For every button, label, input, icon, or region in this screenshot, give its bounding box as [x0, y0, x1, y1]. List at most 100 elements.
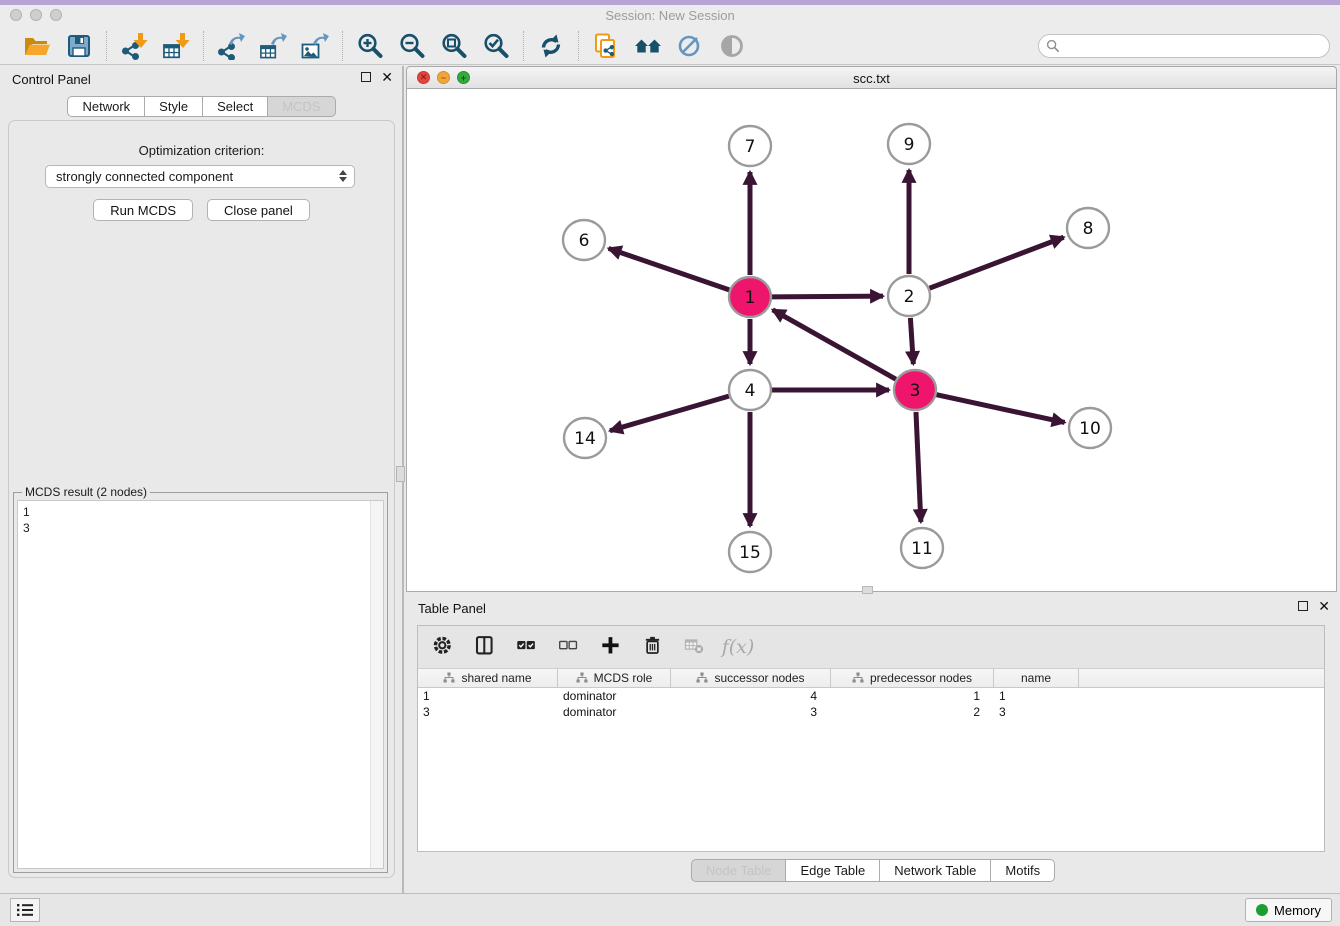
delete-column-button[interactable] — [640, 633, 668, 661]
graph-node-10[interactable]: 10 — [1069, 408, 1111, 448]
edge-2-8[interactable] — [930, 237, 1064, 288]
edge-2-3[interactable] — [910, 318, 913, 364]
deselect-all-columns-button[interactable] — [556, 633, 584, 661]
tab-network-table[interactable]: Network Table — [880, 859, 991, 882]
toolbar-group — [204, 30, 342, 62]
close-panel-icon[interactable]: ✕ — [381, 72, 393, 82]
criterion-dropdown[interactable]: strongly connected component — [45, 165, 355, 188]
node-table: shared nameMCDS rolesuccessor nodesprede… — [418, 669, 1324, 851]
tab-motifs[interactable]: Motifs — [991, 859, 1055, 882]
zoom-selected-button[interactable] — [478, 30, 514, 62]
task-history-button[interactable] — [10, 898, 40, 922]
cell-predecessor-nodes[interactable]: 2 — [831, 704, 994, 720]
run-mcds-button[interactable]: Run MCDS — [93, 199, 193, 221]
select-all-columns-button[interactable] — [514, 633, 542, 661]
node-label-14: 14 — [574, 429, 596, 449]
function-builder-button: f(x) — [724, 633, 752, 661]
edge-4-14[interactable] — [610, 396, 729, 431]
edge-3-1[interactable] — [773, 310, 896, 379]
network-window-titlebar[interactable]: ✕ − + scc.txt — [406, 66, 1337, 89]
tab-network[interactable]: Network — [67, 96, 145, 117]
edge-1-6[interactable] — [609, 248, 730, 289]
zoom-in-button[interactable] — [352, 30, 388, 62]
graph-node-2[interactable]: 2 — [888, 276, 930, 316]
save-session-button[interactable] — [61, 30, 97, 62]
table-row[interactable]: 3dominator323 — [418, 704, 1324, 720]
graph-node-3[interactable]: 3 — [894, 370, 936, 410]
column-header-name[interactable]: name — [994, 669, 1079, 687]
memory-button[interactable]: Memory — [1245, 898, 1332, 922]
table-toolbar: f(x) — [418, 626, 1324, 669]
close-panel-button[interactable]: Close panel — [207, 199, 310, 221]
graph-node-9[interactable]: 9 — [888, 124, 930, 164]
cell-successor-nodes[interactable]: 4 — [671, 688, 831, 704]
cell-MCDS-role[interactable]: dominator — [558, 688, 671, 704]
network-window-title: scc.txt — [407, 71, 1336, 86]
tab-edge-table[interactable]: Edge Table — [786, 859, 880, 882]
cell-shared-name[interactable]: 3 — [418, 704, 558, 720]
column-type-icon — [852, 672, 864, 684]
import-table-button[interactable] — [158, 30, 194, 62]
zoom-out-button[interactable] — [394, 30, 430, 62]
cell-name[interactable]: 3 — [994, 704, 1079, 720]
duplicate-network-button[interactable] — [588, 30, 624, 62]
column-header-predecessor-nodes[interactable]: predecessor nodes — [831, 669, 994, 687]
float-panel-icon[interactable] — [361, 72, 371, 82]
column-header-successor-nodes[interactable]: successor nodes — [671, 669, 831, 687]
import-network-button[interactable] — [116, 30, 152, 62]
window-titlebar[interactable]: Session: New Session — [0, 5, 1340, 27]
graph-node-1[interactable]: 1 — [729, 277, 771, 317]
close-table-panel-icon[interactable]: ✕ — [1318, 601, 1330, 611]
export-table-button[interactable] — [255, 30, 291, 62]
refresh-layout-button[interactable] — [533, 30, 569, 62]
table-settings-button[interactable] — [430, 633, 458, 661]
graph-node-6[interactable]: 6 — [563, 220, 605, 260]
add-column-button[interactable] — [598, 633, 626, 661]
toolbar-group — [107, 30, 203, 62]
graph-node-14[interactable]: 14 — [564, 418, 606, 458]
column-header-MCDS-role[interactable]: MCDS role — [558, 669, 671, 687]
tab-style[interactable]: Style — [145, 96, 203, 117]
node-label-8: 8 — [1083, 219, 1094, 239]
export-image-button[interactable] — [297, 30, 333, 62]
node-label-9: 9 — [904, 135, 915, 155]
graph-node-7[interactable]: 7 — [729, 126, 771, 166]
horizontal-splitter-grip[interactable] — [862, 586, 873, 594]
first-neighbors-button[interactable] — [630, 30, 666, 62]
memory-status-icon — [1256, 904, 1268, 916]
edge-3-10[interactable] — [936, 395, 1064, 423]
float-table-panel-icon[interactable] — [1298, 601, 1308, 611]
vertical-splitter-grip[interactable] — [396, 466, 405, 482]
zoom-fit-button[interactable] — [436, 30, 472, 62]
style-toggle-button[interactable] — [672, 30, 708, 62]
cell-successor-nodes[interactable]: 3 — [671, 704, 831, 720]
node-label-3: 3 — [910, 381, 921, 401]
search-input[interactable] — [1038, 34, 1330, 58]
tab-select[interactable]: Select — [203, 96, 268, 117]
edge-3-11[interactable] — [916, 412, 921, 522]
memory-label: Memory — [1274, 903, 1321, 918]
network-canvas[interactable]: 7 9 6 8 1 2 4 3 14 10 15 11 — [406, 89, 1337, 592]
tab-mcds[interactable]: MCDS — [268, 96, 335, 117]
graph-node-11[interactable]: 11 — [901, 528, 943, 568]
mcds-result-textarea[interactable]: 1 3 — [17, 500, 384, 869]
graph-node-8[interactable]: 8 — [1067, 208, 1109, 248]
zoom-in-icon — [356, 32, 384, 60]
cell-predecessor-nodes[interactable]: 1 — [831, 688, 994, 704]
graph-node-15[interactable]: 15 — [729, 532, 771, 572]
table-row[interactable]: 1dominator411 — [418, 688, 1324, 704]
tab-node-table[interactable]: Node Table — [691, 859, 787, 882]
main-toolbar — [0, 27, 1340, 65]
result-scrollbar[interactable] — [370, 501, 383, 868]
network-graph[interactable]: 7 9 6 8 1 2 4 3 14 10 15 11 — [407, 89, 1336, 591]
export-network-button[interactable] — [213, 30, 249, 62]
column-header-shared-name[interactable]: shared name — [418, 669, 558, 687]
open-session-button[interactable] — [19, 30, 55, 62]
graph-node-4[interactable]: 4 — [729, 370, 771, 410]
column-view-button[interactable] — [472, 633, 500, 661]
cell-MCDS-role[interactable]: dominator — [558, 704, 671, 720]
control-panel-title: Control Panel — [12, 72, 91, 87]
edge-1-2[interactable] — [772, 296, 883, 297]
cell-shared-name[interactable]: 1 — [418, 688, 558, 704]
cell-name[interactable]: 1 — [994, 688, 1079, 704]
